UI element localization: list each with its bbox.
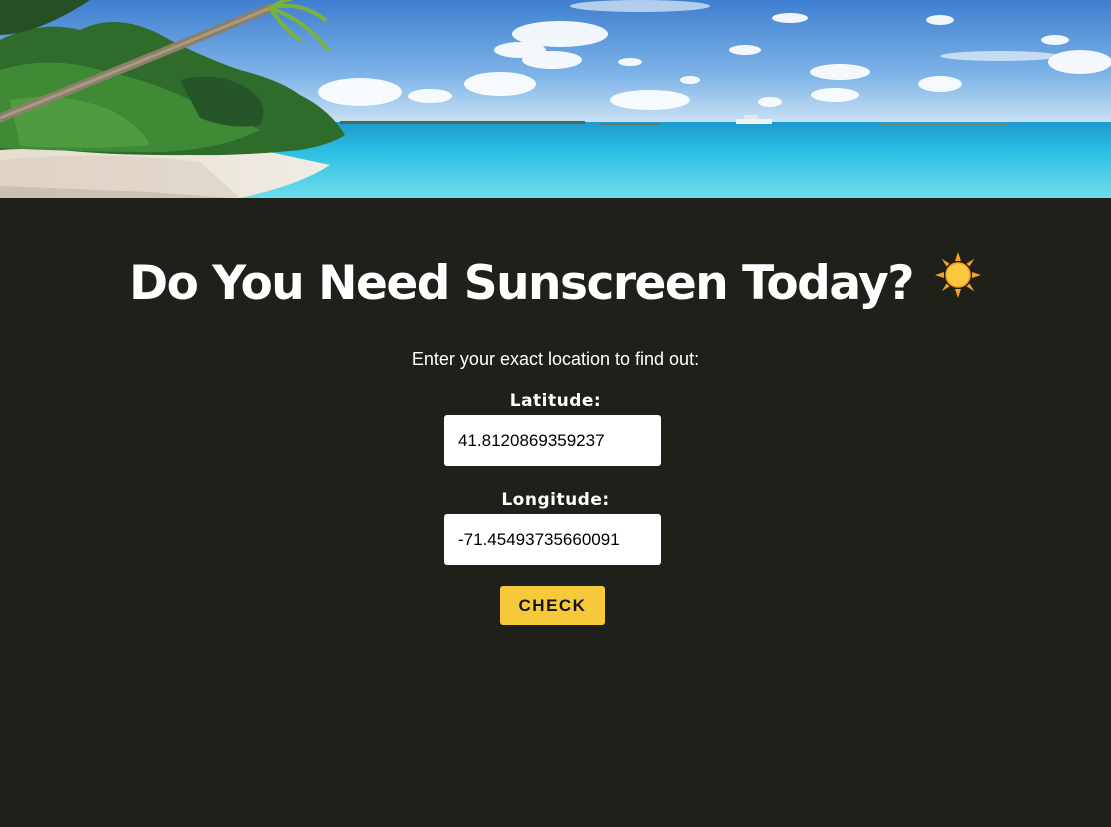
main-content: Do You Need Sunscreen Today? Enter your … bbox=[0, 198, 1111, 827]
hero-banner bbox=[0, 0, 1111, 198]
page-title-text: Do You Need Sunscreen Today? bbox=[129, 256, 914, 311]
longitude-label: Longitude: bbox=[501, 490, 610, 510]
longitude-input[interactable] bbox=[444, 514, 661, 565]
latitude-label: Latitude: bbox=[509, 391, 602, 411]
page-title: Do You Need Sunscreen Today? bbox=[0, 251, 1111, 314]
instructions-text: Enter your exact location to find out: bbox=[411, 349, 700, 369]
latitude-input[interactable] bbox=[444, 415, 661, 466]
beach-image bbox=[0, 0, 1111, 198]
sun-icon bbox=[934, 251, 982, 314]
check-button[interactable]: CHECK bbox=[500, 586, 605, 625]
